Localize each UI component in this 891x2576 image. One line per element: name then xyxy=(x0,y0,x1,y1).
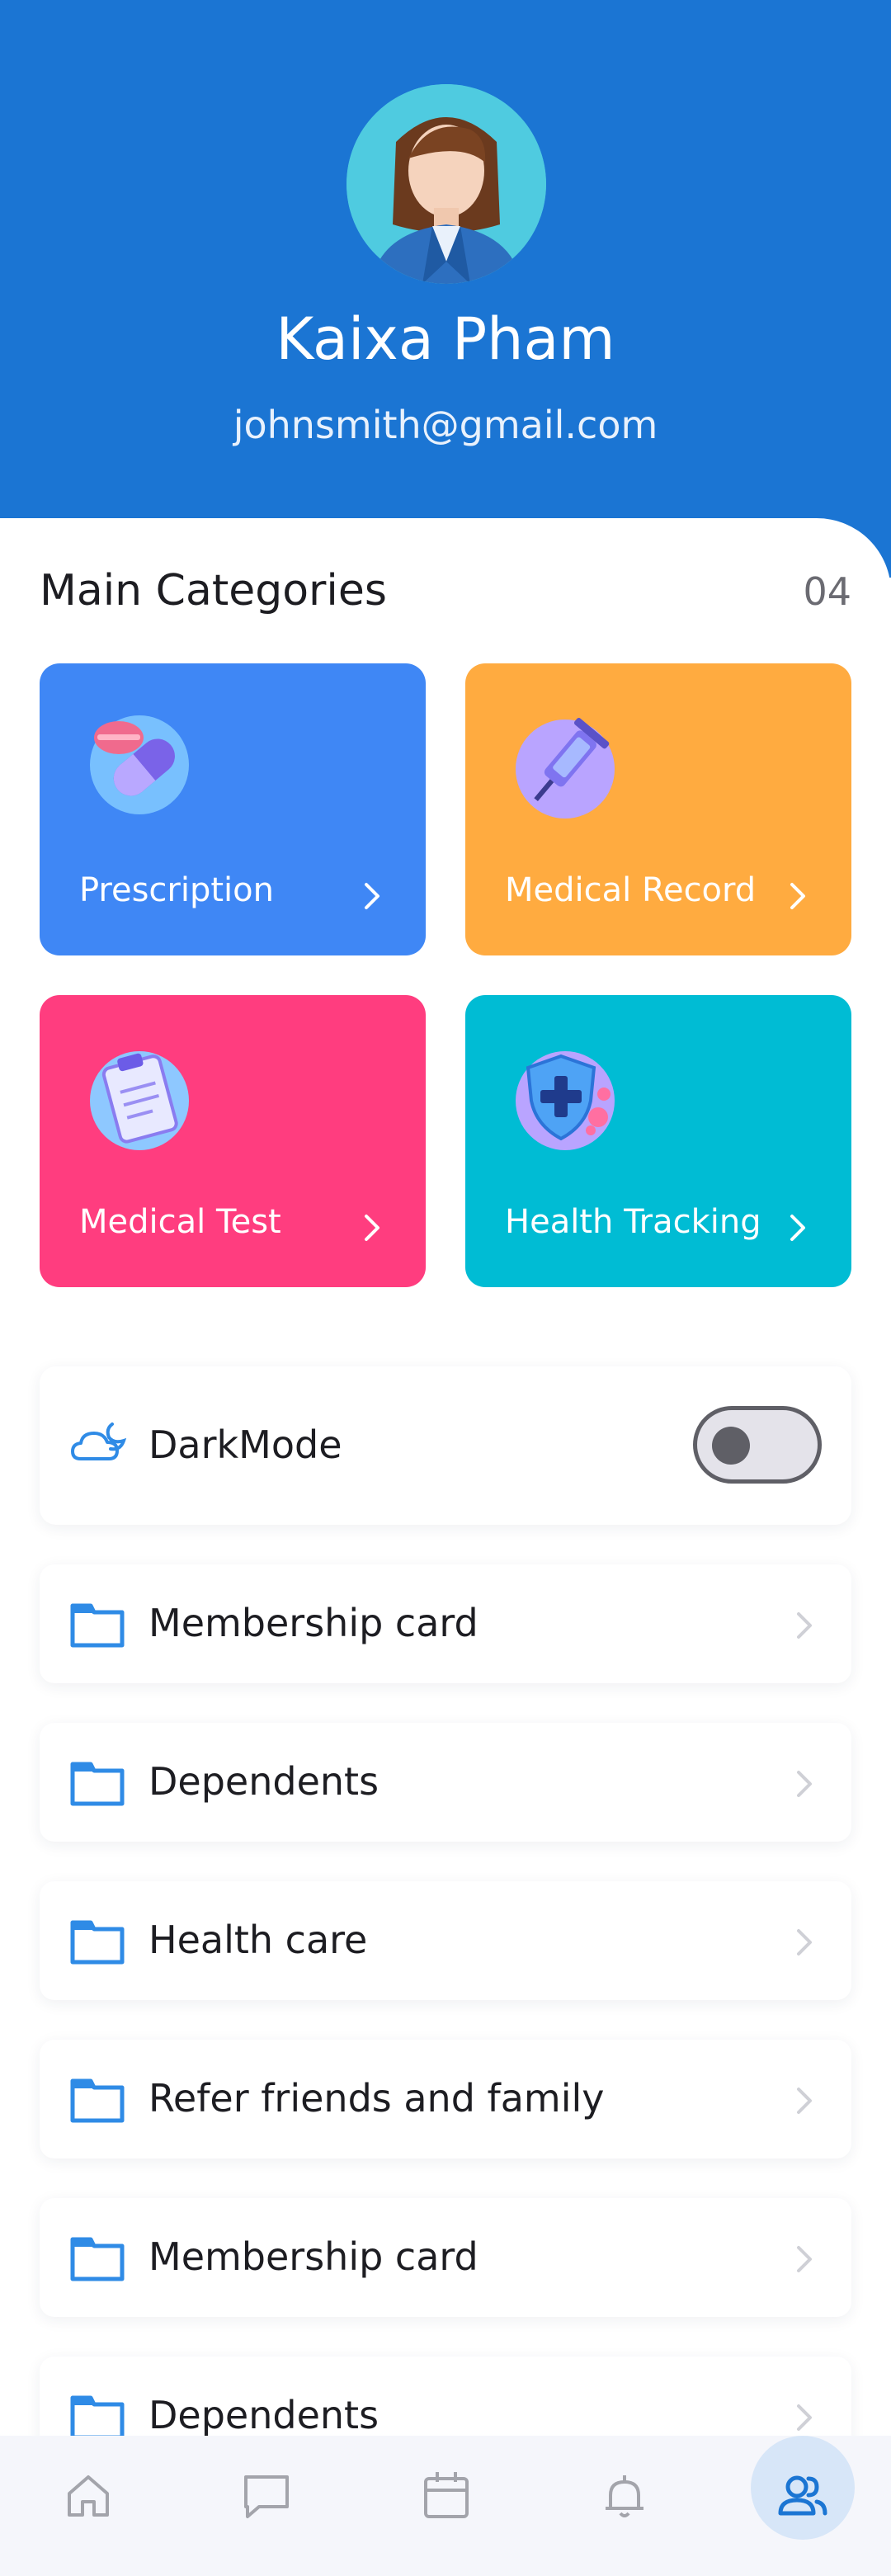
list-item-label: Dependents xyxy=(148,2393,380,2437)
category-label: Medical Test xyxy=(79,1203,281,1241)
cloud-moon-icon xyxy=(69,1421,130,1467)
category-card-medical-test[interactable]: Medical Test xyxy=(40,995,426,1287)
chevron-right-icon xyxy=(360,1211,384,1244)
list-item-label: Refer friends and family xyxy=(148,2076,605,2121)
profile-email: johnsmith@gmail.com xyxy=(233,403,658,447)
category-count: 04 xyxy=(803,569,851,614)
avatar[interactable] xyxy=(346,84,546,284)
chevron-right-icon xyxy=(792,1609,815,1642)
chevron-right-icon xyxy=(792,2243,815,2276)
list-item-refer-friends[interactable]: Refer friends and family xyxy=(40,2040,851,2158)
list-item-label: Membership card xyxy=(148,2234,478,2279)
dark-mode-toggle[interactable] xyxy=(693,1406,822,1484)
category-label: Prescription xyxy=(79,871,274,909)
dark-mode-row: DarkMode xyxy=(40,1366,851,1525)
list-item-label: Health care xyxy=(148,1918,368,1962)
chevron-right-icon xyxy=(792,2401,815,2434)
chevron-right-icon xyxy=(792,1926,815,1959)
chevron-right-icon xyxy=(792,2084,815,2117)
bell-icon[interactable] xyxy=(596,2467,653,2525)
list-item-label: Membership card xyxy=(148,1601,478,1645)
list-item-membership-card[interactable]: Membership card xyxy=(40,2198,851,2317)
folder-icon xyxy=(69,2236,125,2282)
folder-icon xyxy=(69,1602,125,1649)
category-label: Health Tracking xyxy=(505,1203,761,1241)
clipboard-icon xyxy=(86,1043,193,1150)
shield-cross-icon xyxy=(512,1043,619,1150)
profile-name: Kaixa Pham xyxy=(276,305,615,373)
dark-mode-label: DarkMode xyxy=(148,1422,342,1467)
chevron-right-icon xyxy=(785,1211,810,1244)
pill-capsule-icon xyxy=(86,711,193,819)
toggle-knob xyxy=(712,1427,750,1465)
category-card-health-tracking[interactable]: Health Tracking xyxy=(465,995,851,1287)
home-icon[interactable] xyxy=(59,2467,117,2525)
list-item-label: Dependents xyxy=(148,1759,380,1804)
category-card-prescription[interactable]: Prescription xyxy=(40,663,426,955)
bottom-nav xyxy=(0,2436,891,2576)
list-item-health-care[interactable]: Health care xyxy=(40,1881,851,2000)
folder-icon xyxy=(69,2394,125,2441)
calendar-icon[interactable] xyxy=(417,2467,475,2525)
folder-icon xyxy=(69,1761,125,1807)
list-item-dependents[interactable]: Dependents xyxy=(40,1723,851,1842)
list-item-membership-card[interactable]: Membership card xyxy=(40,1564,851,1683)
chat-icon[interactable] xyxy=(238,2467,295,2525)
profile-header: Kaixa Pham johnsmith@gmail.com xyxy=(0,0,891,578)
chevron-right-icon xyxy=(360,880,384,913)
category-card-medical-record[interactable]: Medical Record xyxy=(465,663,851,955)
folder-icon xyxy=(69,2078,125,2124)
chevron-right-icon xyxy=(785,880,810,913)
syringe-icon xyxy=(512,711,619,819)
folder-icon xyxy=(69,1919,125,1965)
users-icon[interactable] xyxy=(774,2467,832,2525)
section-title: Main Categories xyxy=(40,566,387,616)
category-label: Medical Record xyxy=(505,871,757,909)
chevron-right-icon xyxy=(792,1767,815,1800)
